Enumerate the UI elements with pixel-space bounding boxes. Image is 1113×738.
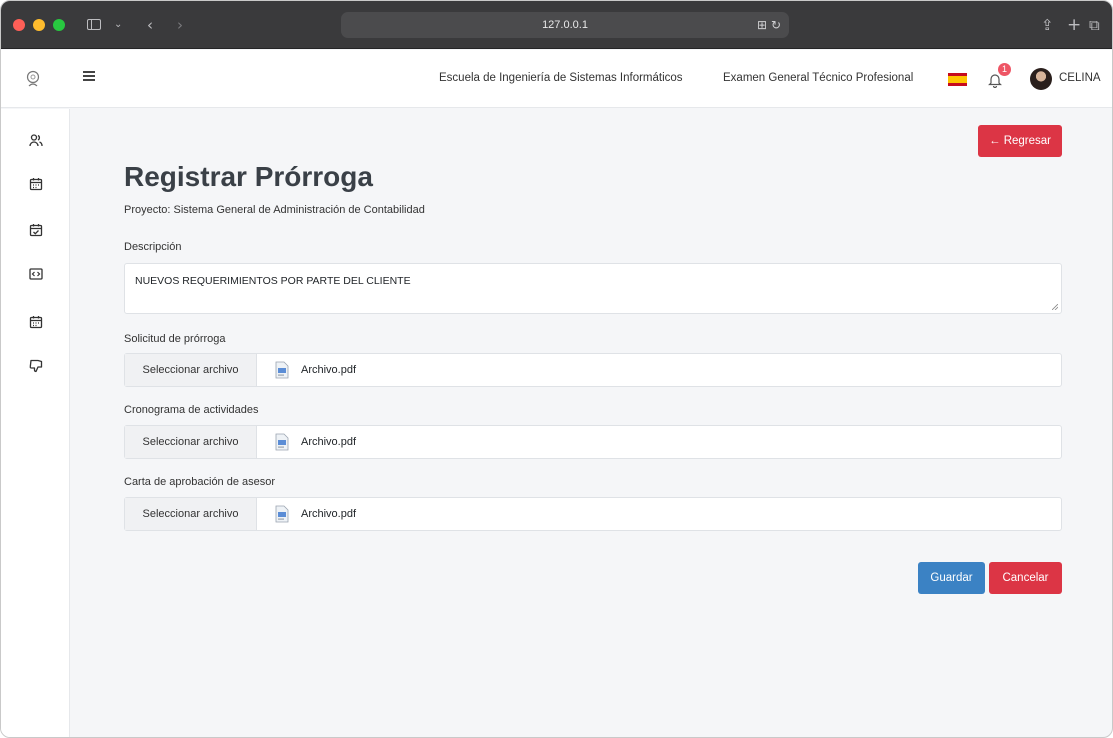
forward-arrow-icon[interactable]: › [177, 13, 183, 37]
description-value: NUEVOS REQUERIMIENTOS POR PARTE DEL CLIE… [135, 275, 411, 287]
browser-toolbar: ⌄ ‹ › 127.0.0.1 ⊞ ↻ ⇪ + ⧉ [1, 1, 1112, 49]
sidebar-toggle-icon[interactable] [87, 19, 101, 30]
code-icon[interactable] [29, 267, 43, 281]
file-name: Archivo.pdf [301, 436, 357, 448]
url-text: 127.0.0.1 [542, 19, 588, 31]
file-input-solicitud[interactable]: Seleccionar archivo Archivo.pdf [124, 353, 1062, 387]
file-name: Archivo.pdf [301, 508, 357, 520]
app-header: Escuela de Ingeniería de Sistemas Inform… [1, 50, 1112, 108]
users-icon[interactable] [29, 133, 43, 147]
user-name[interactable]: CELINA [1059, 72, 1101, 84]
avatar[interactable] [1030, 68, 1052, 90]
reload-icon[interactable]: ↻ [771, 18, 781, 32]
file-input-carta[interactable]: Seleccionar archivo Archivo.pdf [124, 497, 1062, 531]
pdf-file-icon [275, 433, 289, 451]
tabs-overview-icon[interactable]: ⧉ [1089, 13, 1100, 37]
page-title: Registrar Prórroga [124, 161, 373, 192]
file-name: Archivo.pdf [301, 364, 357, 376]
file-label-cronograma: Cronograma de actividades [124, 404, 259, 416]
pdf-file-icon [275, 361, 289, 379]
back-arrow-icon[interactable]: ‹ [147, 13, 153, 37]
cancel-button[interactable]: Cancelar [989, 562, 1062, 594]
project-name: Proyecto: Sistema General de Administrac… [124, 204, 425, 216]
file-label-carta: Carta de aprobación de asesor [124, 476, 276, 488]
resize-handle-icon[interactable] [1052, 304, 1058, 310]
minimize-window-button[interactable] [33, 19, 45, 31]
zoom-window-button[interactable] [53, 19, 65, 31]
description-label: Descripción [124, 241, 182, 253]
file-label-solicitud: Solicitud de prórroga [124, 333, 226, 345]
save-button[interactable]: Guardar [918, 562, 985, 594]
chevron-down-icon[interactable]: ⌄ [114, 13, 122, 37]
calendar-check-icon[interactable] [29, 223, 43, 237]
file-input-cronograma[interactable]: Seleccionar archivo Archivo.pdf [124, 425, 1062, 459]
calendar-icon[interactable] [29, 315, 43, 329]
share-icon[interactable]: ⇪ [1041, 13, 1054, 37]
address-bar[interactable]: 127.0.0.1 ⊞ ↻ [341, 12, 789, 38]
thumbs-down-icon[interactable] [29, 359, 43, 373]
sidebar [1, 109, 70, 737]
calendar-icon[interactable] [29, 177, 43, 191]
spain-flag-icon[interactable] [948, 73, 967, 86]
select-file-button[interactable]: Seleccionar archivo [125, 498, 257, 530]
app-logo-icon[interactable] [25, 70, 41, 88]
menu-toggle-icon[interactable] [83, 71, 95, 81]
back-button[interactable]: ← Regresar [978, 125, 1062, 157]
school-name: Escuela de Ingeniería de Sistemas Inform… [439, 72, 683, 84]
notification-badge: 1 [998, 63, 1011, 76]
close-window-button[interactable] [13, 19, 25, 31]
browser-window: ⌄ ‹ › 127.0.0.1 ⊞ ↻ ⇪ + ⧉ Escuela de Ing… [0, 0, 1113, 738]
description-field[interactable]: NUEVOS REQUERIMIENTOS POR PARTE DEL CLIE… [124, 263, 1062, 314]
select-file-button[interactable]: Seleccionar archivo [125, 426, 257, 458]
pdf-file-icon [275, 505, 289, 523]
translate-icon[interactable]: ⊞ [757, 18, 767, 32]
new-tab-icon[interactable]: + [1067, 13, 1081, 37]
main-content: ← Regresar Registrar Prórroga Proyecto: … [71, 109, 1112, 737]
exam-name: Examen General Técnico Profesional [723, 72, 914, 84]
select-file-button[interactable]: Seleccionar archivo [125, 354, 257, 386]
